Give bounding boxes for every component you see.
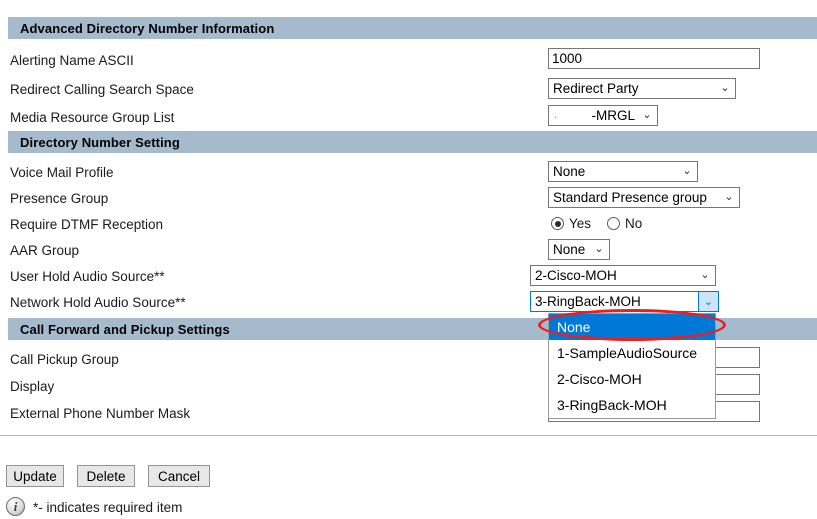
chevron-down-icon: ⌄ [724,191,734,203]
radio-label-no: No [625,216,643,231]
label-voice-mail-profile: Voice Mail Profile [10,165,114,180]
label-external-phone-number-mask: External Phone Number Mask [10,406,191,421]
dropdown-option-3-ringback-moh[interactable]: 3-RingBack-MOH [549,392,715,418]
chevron-down-icon: ⌄ [642,109,652,121]
radio-yes[interactable] [551,217,564,230]
dropdown-option-2-cisco-moh[interactable]: 2-Cisco-MOH [549,366,715,392]
leading-dot-marker: . [554,109,557,121]
presence-group-value: Standard Presence group [553,190,707,205]
label-call-pickup-group: Call Pickup Group [10,352,119,367]
directory-number-config-page: Advanced Directory Number Information Al… [0,0,817,519]
aar-group-select[interactable]: None ⌄ [548,239,610,260]
section-header-directory-number-setting: Directory Number Setting [8,131,817,153]
chevron-down-icon: ⌄ [700,269,710,281]
label-network-hold-audio-source: Network Hold Audio Source** [10,295,186,310]
require-dtmf-reception-radio-group: Yes No [551,216,658,231]
label-display: Display [10,379,55,394]
redirect-calling-search-space-value: Redirect Party [553,81,639,96]
label-aar-group: AAR Group [10,243,80,258]
chevron-down-icon: ⌄ [594,243,604,255]
aar-group-value: None [553,242,586,257]
user-hold-audio-source-select[interactable]: 2-Cisco-MOH ⌄ [530,265,716,286]
section-title: Advanced Directory Number Information [20,20,275,36]
redirect-calling-search-space-select[interactable]: Redirect Party ⌄ [548,78,736,99]
dropdown-option-1-sampleaudiosource[interactable]: 1-SampleAudioSource [549,340,715,366]
alerting-name-ascii-input[interactable] [548,48,760,69]
section-title: Directory Number Setting [20,134,180,150]
media-resource-group-list-value: -MRGL [591,108,636,123]
section-header-advanced-directory-number-information: Advanced Directory Number Information [8,17,817,39]
label-presence-group: Presence Group [10,191,109,206]
info-icon: i [6,497,25,516]
network-hold-audio-source-dropdown-list[interactable]: None 1-SampleAudioSource 2-Cisco-MOH 3-R… [548,313,716,419]
radio-selected-dot [554,220,561,227]
voice-mail-profile-select[interactable]: None ⌄ [548,161,698,182]
chevron-down-icon: ⌄ [682,165,692,177]
dropdown-option-none[interactable]: None [549,314,715,340]
voice-mail-profile-value: None [553,164,586,179]
label-redirect-calling-search-space: Redirect Calling Search Space [10,82,194,97]
media-resource-group-list-select[interactable]: . -MRGL ⌄ [548,105,658,126]
footer-divider [0,435,817,436]
label-media-resource-group-list: Media Resource Group List [10,110,175,125]
chevron-down-icon: ⌄ [720,82,730,94]
user-hold-audio-source-value: 2-Cisco-MOH [535,268,617,283]
chevron-down-icon[interactable]: ⌄ [698,292,718,311]
presence-group-select[interactable]: Standard Presence group ⌄ [548,187,740,208]
section-title: Call Forward and Pickup Settings [20,321,230,337]
required-item-note: *- indicates required item [33,500,183,515]
delete-button[interactable]: Delete [77,465,135,487]
label-require-dtmf-reception: Require DTMF Reception [10,217,164,232]
network-hold-audio-source-select[interactable]: 3-RingBack-MOH ⌄ [530,291,719,312]
cancel-button[interactable]: Cancel [148,465,210,487]
label-alerting-name-ascii: Alerting Name ASCII [10,53,134,68]
radio-label-yes: Yes [569,216,592,231]
update-button[interactable]: Update [6,465,64,487]
network-hold-audio-source-value: 3-RingBack-MOH [535,294,641,309]
label-user-hold-audio-source: User Hold Audio Source** [10,269,165,284]
radio-no[interactable] [607,217,621,230]
